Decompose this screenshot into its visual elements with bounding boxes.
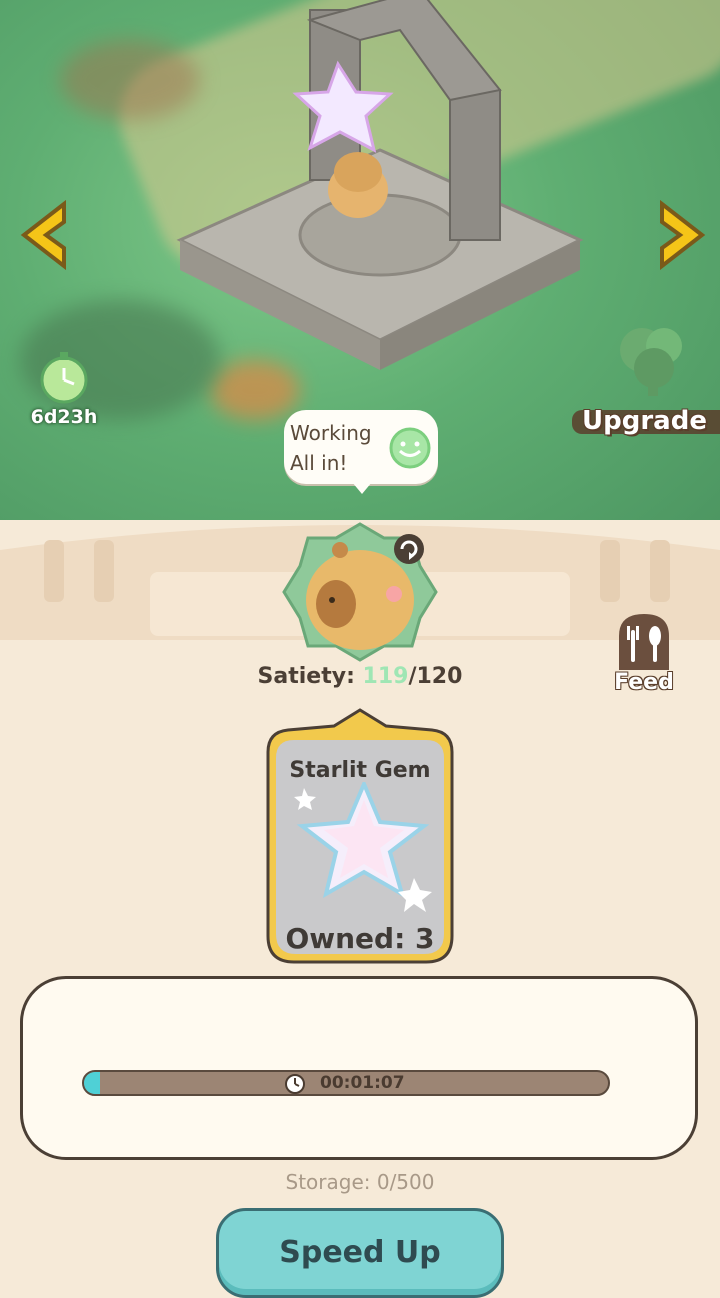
production-box [20, 976, 698, 1160]
event-timer[interactable]: 6d23h [24, 350, 104, 428]
game-scene: 6d23h Upgrade Working All in! [0, 0, 720, 560]
starlit-gem-icon [294, 782, 432, 912]
bubble-tail [352, 482, 372, 494]
chevron-left-icon [20, 199, 66, 271]
tree-icon [620, 328, 682, 396]
chevron-right-icon [660, 199, 706, 271]
production-progress-bar: 00:01:07 [82, 1070, 610, 1096]
upgrade-button[interactable]: Upgrade [572, 320, 720, 440]
status-bubble: Working All in! [284, 410, 438, 494]
speed-up-label: Speed Up [279, 1235, 441, 1270]
swap-icon[interactable] [392, 532, 426, 566]
progress-fill [84, 1072, 100, 1094]
stopwatch-icon [40, 352, 88, 404]
worker-portrait[interactable] [280, 520, 440, 670]
satiety-current: 119 [362, 664, 409, 689]
storage-readout: Storage: 0/500 [285, 1170, 435, 1194]
next-building-arrow[interactable] [654, 199, 710, 271]
previous-building-arrow[interactable] [16, 199, 72, 271]
feed-label: Feed [614, 670, 674, 695]
product-name: Starlit Gem [289, 758, 431, 783]
timer-label: 6d23h [30, 406, 98, 428]
smiley-icon [389, 427, 431, 469]
time-remaining: 00:01:07 [320, 1073, 405, 1093]
status-bubble-text: Working All in! [290, 421, 372, 475]
satiety-max: /120 [408, 664, 463, 689]
temple-ruins[interactable] [160, 0, 600, 380]
satiety-label: Satiety: [257, 664, 363, 689]
product-card[interactable]: Starlit Gem Owned: 3 [264, 708, 456, 966]
speed-up-button[interactable]: Speed Up [216, 1208, 504, 1298]
clock-icon [285, 1074, 305, 1094]
fork-spoon-icon [619, 614, 669, 670]
owned-count: Owned: 3 [285, 922, 435, 955]
upgrade-label: Upgrade [582, 406, 707, 436]
feed-button[interactable]: Feed [608, 614, 680, 695]
